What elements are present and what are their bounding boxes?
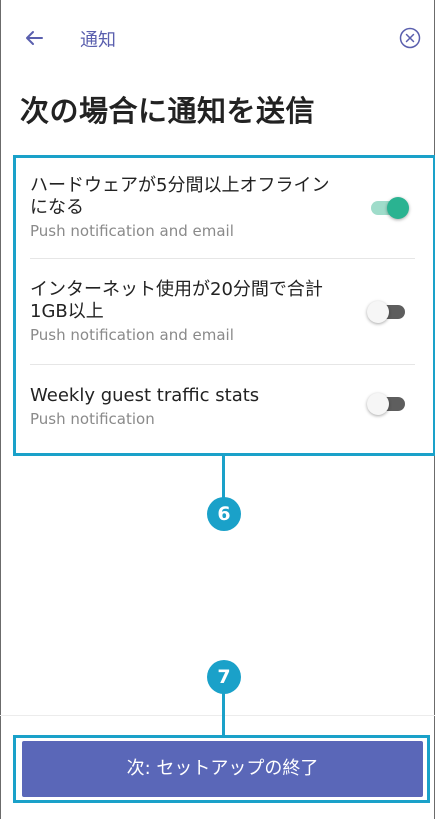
callout-connector xyxy=(222,690,225,738)
notification-title: ハードウェアが5分間以上オフラインになる xyxy=(30,175,330,218)
toggle-knob xyxy=(367,301,389,323)
toggle-knob xyxy=(387,197,409,219)
arrow-left-icon[interactable] xyxy=(22,26,46,50)
notification-toggle[interactable] xyxy=(367,301,405,323)
notification-title: Weekly guest traffic stats xyxy=(30,385,260,406)
next-finish-setup-button[interactable]: 次: セットアップの終了 xyxy=(22,741,423,797)
toggle-knob xyxy=(367,393,389,415)
notification-toggle[interactable] xyxy=(371,197,409,219)
notification-title: インターネット使用が20分間で合計1GB以上 xyxy=(30,279,323,322)
list-item: インターネット使用が20分間で合計1GB以上 Push notification… xyxy=(30,259,415,365)
callout-connector xyxy=(222,455,225,499)
notification-subtitle: Push notification and email xyxy=(30,326,234,344)
divider xyxy=(0,715,435,716)
topbar-title: 通知 xyxy=(80,30,116,51)
list-item: ハードウェアが5分間以上オフラインになる Push notification a… xyxy=(30,165,415,259)
callout-badge: 6 xyxy=(207,497,241,531)
notification-subtitle: Push notification and email xyxy=(30,222,234,240)
list-item: Weekly guest traffic stats Push notifica… xyxy=(30,365,415,441)
notification-list: ハードウェアが5分間以上オフラインになる Push notification a… xyxy=(30,165,415,441)
notification-toggle[interactable] xyxy=(367,393,405,415)
page-title: 次の場合に通知を送信 xyxy=(20,94,316,128)
notification-subtitle: Push notification xyxy=(30,410,155,428)
close-icon[interactable] xyxy=(399,27,421,49)
callout-badge: 7 xyxy=(207,660,241,694)
top-app-bar: 通知 xyxy=(0,0,435,76)
